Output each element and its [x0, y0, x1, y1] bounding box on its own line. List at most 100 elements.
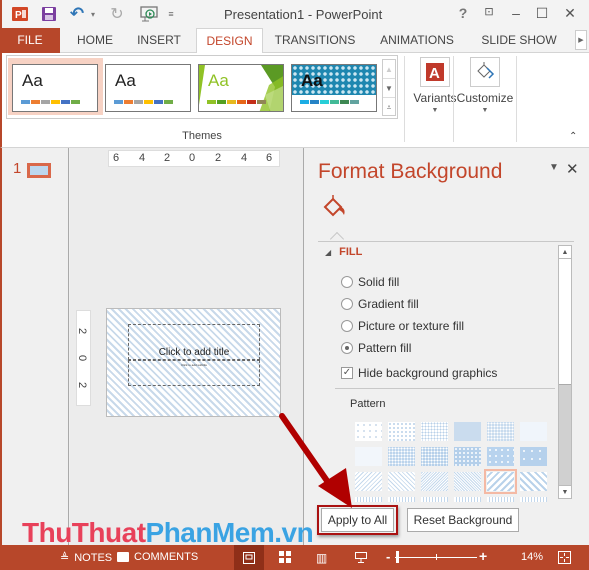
title-bar: P ↶ ▾ ↻ ≡ Presentation1 - PowerPoint ? ⊡…: [0, 0, 589, 28]
ruler-tick: 6: [113, 152, 120, 164]
tab-insert[interactable]: INSERT: [130, 28, 188, 53]
collapse-ribbon-icon[interactable]: ⌃: [569, 131, 577, 142]
theme-thumbnail-facet[interactable]: Aa: [198, 64, 284, 112]
pattern-swatch[interactable]: [421, 422, 448, 441]
notes-button[interactable]: ≜ NOTES: [60, 551, 112, 565]
undo-dropdown-icon[interactable]: ▾: [88, 4, 98, 24]
normal-view-button[interactable]: [234, 545, 264, 570]
redo-icon[interactable]: ↻: [108, 4, 126, 24]
pattern-swatch[interactable]: [454, 472, 481, 491]
pattern-fill-option[interactable]: Pattern fill: [341, 341, 411, 355]
title-placeholder[interactable]: Click to add title: [128, 324, 260, 360]
slide-sorter-button[interactable]: [279, 551, 291, 563]
minimize-icon[interactable]: –: [506, 5, 526, 21]
radio-button-selected[interactable]: [341, 342, 353, 354]
pattern-swatch[interactable]: [487, 447, 514, 466]
slide-thumbnail[interactable]: [27, 163, 51, 178]
tab-home[interactable]: HOME: [67, 28, 123, 53]
slide-sorter-icon: [279, 551, 291, 563]
pattern-swatch[interactable]: [421, 472, 448, 491]
pattern-swatch[interactable]: [421, 447, 448, 466]
pattern-swatch[interactable]: [487, 497, 514, 502]
radio-button[interactable]: [341, 276, 353, 288]
notes-icon: ≜: [60, 552, 70, 564]
scroll-up-icon[interactable]: ▲: [559, 246, 571, 259]
pattern-swatch[interactable]: [520, 422, 547, 441]
comments-label: COMMENTS: [134, 551, 199, 563]
zoom-slider-thumb[interactable]: [395, 551, 399, 563]
theme-thumbnail-office[interactable]: Aa: [105, 64, 191, 112]
fill-line-icon[interactable]: [322, 195, 348, 219]
reading-view-button[interactable]: ▥: [316, 551, 327, 565]
window-title: Presentation1 - PowerPoint: [224, 7, 383, 22]
apply-to-all-button[interactable]: Apply to All: [321, 508, 394, 532]
theme-thumbnail-ion[interactable]: Aa: [291, 64, 377, 112]
tab-slide-show[interactable]: SLIDE SHOW: [474, 28, 564, 53]
radio-button[interactable]: [341, 298, 353, 310]
powerpoint-logo-icon[interactable]: P: [11, 4, 29, 24]
fit-slide-button[interactable]: [558, 551, 571, 564]
chevron-down-icon: ▼: [481, 107, 489, 114]
pane-options-icon[interactable]: ▼: [549, 162, 559, 173]
tabs-scroll-right-icon[interactable]: ▶: [575, 30, 587, 50]
gallery-more-icon[interactable]: ⩡: [383, 98, 395, 117]
hide-background-graphics-checkbox[interactable]: ✓ Hide background graphics: [341, 366, 497, 380]
zoom-in-icon[interactable]: +: [479, 548, 487, 564]
customize-quick-access-icon[interactable]: ≡: [166, 4, 176, 24]
zoom-out-icon[interactable]: -: [386, 549, 390, 564]
reset-background-button[interactable]: Reset Background: [407, 508, 519, 532]
fill-section-label: FILL: [339, 246, 363, 258]
group-divider: [404, 56, 405, 142]
checkmark-icon[interactable]: ✓: [341, 367, 353, 379]
slide-canvas[interactable]: Click to add title Click to add subtitle: [106, 308, 281, 417]
divider: [335, 388, 555, 389]
slide-show-icon: [355, 552, 367, 563]
save-icon[interactable]: [40, 4, 58, 24]
subtitle-placeholder[interactable]: Click to add subtitle: [128, 360, 260, 386]
pattern-swatch[interactable]: [388, 447, 415, 466]
pane-scrollbar[interactable]: ▲ ▼: [558, 245, 572, 499]
vertical-ruler: 2 0 2: [76, 310, 91, 406]
themes-gallery-scroll: ▲ ▼ ⩡: [382, 59, 396, 116]
tab-animations[interactable]: ANIMATIONS: [372, 28, 462, 53]
scroll-thumb[interactable]: [559, 259, 571, 385]
zoom-level[interactable]: 14%: [521, 551, 543, 563]
pane-close-icon[interactable]: ✕: [566, 160, 579, 178]
gallery-scroll-down-icon[interactable]: ▼: [383, 79, 395, 98]
theme-thumbnail-current[interactable]: Aa: [12, 64, 98, 112]
solid-fill-option[interactable]: Solid fill: [341, 275, 399, 289]
ruler-tick: 2: [164, 152, 171, 164]
tab-design[interactable]: DESIGN: [196, 28, 263, 54]
close-icon[interactable]: ✕: [560, 5, 580, 22]
pattern-swatch[interactable]: [520, 497, 547, 502]
pattern-swatch[interactable]: [487, 422, 514, 441]
comments-button[interactable]: COMMENTS: [117, 551, 198, 563]
start-from-beginning-icon[interactable]: [139, 4, 159, 24]
tab-transitions[interactable]: TRANSITIONS: [270, 28, 360, 53]
pattern-swatch[interactable]: [388, 472, 415, 491]
pattern-swatch[interactable]: [520, 447, 547, 466]
picture-texture-fill-option[interactable]: Picture or texture fill: [341, 319, 464, 333]
scroll-down-icon[interactable]: ▼: [559, 485, 571, 498]
maximize-icon[interactable]: ☐: [532, 5, 552, 22]
gradient-fill-option[interactable]: Gradient fill: [341, 297, 419, 311]
undo-icon[interactable]: ↶: [68, 4, 86, 24]
gallery-scroll-up-icon[interactable]: ▲: [383, 60, 395, 79]
slide-show-button[interactable]: [355, 551, 367, 563]
ribbon-display-options-icon[interactable]: ⊡: [479, 5, 499, 18]
pattern-swatch[interactable]: [520, 472, 547, 491]
fill-section-header[interactable]: ◢ FILL: [325, 246, 362, 258]
ruler-tick: 4: [139, 152, 146, 164]
pattern-swatch[interactable]: [421, 497, 448, 502]
pattern-swatch[interactable]: [454, 497, 481, 502]
help-icon[interactable]: ?: [453, 5, 473, 21]
pattern-swatch[interactable]: [388, 497, 415, 502]
radio-button[interactable]: [341, 320, 353, 332]
theme-label: Aa: [301, 71, 323, 90]
pattern-swatch[interactable]: [484, 469, 517, 494]
pattern-swatch[interactable]: [388, 422, 415, 441]
pattern-swatch[interactable]: [454, 447, 481, 466]
pattern-swatch[interactable]: [454, 422, 481, 441]
tab-file[interactable]: FILE: [0, 28, 60, 53]
customize-button[interactable]: Customize ▼: [455, 55, 515, 114]
